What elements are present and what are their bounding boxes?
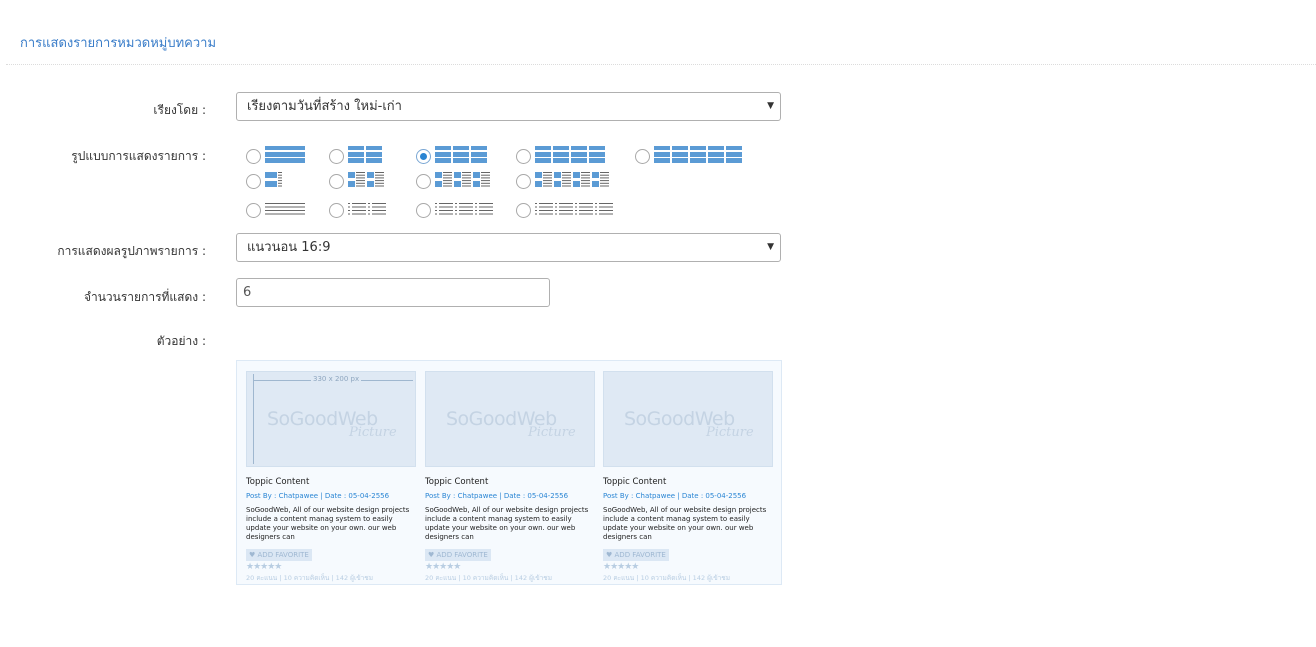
card-title: Toppic Content: [246, 477, 310, 487]
card-description: SoGoodWeb, All of our website design pro…: [603, 506, 767, 541]
card-description: SoGoodWeb, All of our website design pro…: [246, 506, 410, 541]
layout-radio[interactable]: [329, 149, 344, 164]
image-display-value: แนวนอน 16:9: [247, 240, 331, 255]
preview-card: SoGoodWeb Picture Toppic Content Post By…: [425, 371, 595, 583]
layout-radio[interactable]: [516, 174, 531, 189]
heart-icon: ♥: [428, 551, 437, 559]
image-display-label: การแสดงผลรูปภาพรายการ :: [57, 244, 206, 258]
layout-option[interactable]: [416, 200, 493, 221]
example-label: ตัวอย่าง :: [156, 334, 206, 348]
preview-thumbnail: SoGoodWeb Picture: [603, 371, 773, 467]
watermark-sub: Picture: [349, 425, 397, 440]
card-description: SoGoodWeb, All of our website design pro…: [425, 506, 589, 541]
card-stats: 20 คะแนน | 10 ความคิดเห็น | 142 ผู้เข้าช…: [425, 574, 552, 582]
layout-preview-icon: [435, 171, 490, 192]
card-meta: Post By : Chatpawee | Date : 05-04-2556: [425, 492, 569, 500]
layout-preview-icon: [348, 200, 386, 221]
card-meta: Post By : Chatpawee | Date : 05-04-2556: [603, 492, 747, 500]
layout-radio[interactable]: [416, 149, 431, 164]
layout-radio[interactable]: [329, 203, 344, 218]
card-stats: 20 คะแนน | 10 ความคิดเห็น | 142 ผู้เข้าช…: [246, 574, 373, 582]
layout-preview-icon: [348, 171, 384, 192]
layout-preview-icon: [435, 200, 493, 221]
layout-option[interactable]: [416, 171, 490, 192]
layout-option[interactable]: [329, 200, 386, 221]
layout-option[interactable]: [516, 171, 609, 192]
preview-thumbnail: 330 x 200 px SoGoodWeb Picture: [246, 371, 416, 467]
sort-select[interactable]: เรียงตามวันที่สร้าง ใหม่-เก่า ▼: [236, 92, 781, 121]
sort-select-value: เรียงตามวันที่สร้าง ใหม่-เก่า: [247, 99, 402, 114]
add-favorite-label: ADD FAVORITE: [257, 551, 309, 559]
sort-label: เรียงโดย :: [153, 103, 206, 117]
page-title: การแสดงรายการหมวดหมู่บทความ: [20, 36, 217, 51]
layout-option[interactable]: [516, 200, 613, 221]
card-meta: Post By : Chatpawee | Date : 05-04-2556: [246, 492, 390, 500]
chevron-down-icon: ▼: [767, 101, 774, 111]
title-divider: [6, 64, 1316, 65]
layout-option[interactable]: [416, 146, 487, 167]
preview-panel: 330 x 200 px SoGoodWeb Picture Toppic Co…: [236, 360, 782, 585]
count-label: จำนวนรายการที่แสดง :: [83, 290, 206, 304]
layout-radio[interactable]: [516, 203, 531, 218]
layout-radio[interactable]: [246, 174, 261, 189]
layout-preview-icon: [535, 200, 613, 221]
layout-radio[interactable]: [416, 174, 431, 189]
layout-radio[interactable]: [246, 203, 261, 218]
layout-preview-icon: [265, 146, 305, 167]
size-note: 330 x 200 px: [311, 375, 362, 383]
add-favorite-label: ADD FAVORITE: [436, 551, 488, 559]
count-input[interactable]: 6: [236, 278, 550, 307]
card-title: Toppic Content: [425, 477, 489, 487]
layout-preview-icon: [265, 171, 283, 192]
rating-stars: ★★★★★: [246, 562, 282, 572]
layout-radio[interactable]: [635, 149, 650, 164]
layout-preview-icon: [654, 146, 742, 167]
layout-label: รูปแบบการแสดงรายการ :: [71, 149, 206, 163]
layout-radio[interactable]: [416, 203, 431, 218]
dimension-vline: [253, 374, 254, 464]
rating-stars: ★★★★★: [603, 562, 639, 572]
layout-preview-icon: [535, 146, 605, 167]
layout-option[interactable]: [329, 171, 384, 192]
layout-radio[interactable]: [329, 174, 344, 189]
add-favorite-badge: ♥ ADD FAVORITE: [425, 549, 491, 561]
layout-option[interactable]: [516, 146, 605, 167]
preview-card: SoGoodWeb Picture Toppic Content Post By…: [603, 371, 773, 583]
layout-option[interactable]: [246, 171, 283, 192]
chevron-down-icon: ▼: [767, 242, 774, 252]
preview-thumbnail: SoGoodWeb Picture: [425, 371, 595, 467]
watermark-sub: Picture: [706, 425, 754, 440]
layout-preview-icon: [348, 146, 382, 167]
layout-option[interactable]: [246, 200, 305, 221]
layout-radio[interactable]: [516, 149, 531, 164]
card-stats: 20 คะแนน | 10 ความคิดเห็น | 142 ผู้เข้าช…: [603, 574, 730, 582]
card-title: Toppic Content: [603, 477, 667, 487]
add-favorite-label: ADD FAVORITE: [614, 551, 666, 559]
watermark-sub: Picture: [528, 425, 576, 440]
layout-option[interactable]: [246, 146, 305, 167]
heart-icon: ♥: [606, 551, 615, 559]
add-favorite-badge: ♥ ADD FAVORITE: [246, 549, 312, 561]
rating-stars: ★★★★★: [425, 562, 461, 572]
add-favorite-badge: ♥ ADD FAVORITE: [603, 549, 669, 561]
layout-option[interactable]: [329, 146, 382, 167]
layout-preview-icon: [535, 171, 609, 192]
layout-radio[interactable]: [246, 149, 261, 164]
layout-option[interactable]: [635, 146, 742, 167]
layout-preview-icon: [265, 200, 305, 221]
image-display-select[interactable]: แนวนอน 16:9 ▼: [236, 233, 781, 262]
preview-card: 330 x 200 px SoGoodWeb Picture Toppic Co…: [246, 371, 416, 583]
layout-preview-icon: [435, 146, 487, 167]
heart-icon: ♥: [249, 551, 258, 559]
